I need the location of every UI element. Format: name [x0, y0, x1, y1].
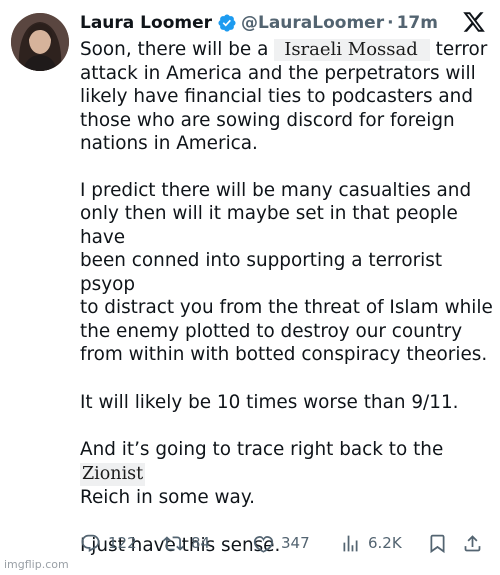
- like-icon: [253, 535, 274, 553]
- text-line: those who are sowing discord for foreign: [80, 109, 455, 131]
- text-fragment: terror: [435, 39, 488, 60]
- text-line: Reich in some way.: [80, 487, 255, 508]
- share-icon: [464, 534, 481, 551]
- bookmark-icon: [430, 534, 445, 553]
- text-line: likely have financial ties to podcasters…: [80, 86, 473, 107]
- tweet-text: Soon, there will be a Israeli Mossad ter…: [80, 38, 498, 557]
- paragraph-3: It will likely be 10 times worse than 9/…: [80, 391, 459, 413]
- text-fragment: Soon, there will be a: [80, 39, 269, 60]
- action-bar: 122 84 347 6.2K: [80, 530, 490, 556]
- view-count: 6.2K: [368, 534, 402, 552]
- paragraph-2: I predict there will be many casualties …: [80, 179, 498, 367]
- text-line: been conned into supporting a terrorist …: [80, 250, 443, 295]
- text-line: attack in America and the perpetrators w…: [80, 62, 476, 84]
- like-count: 347: [281, 534, 310, 552]
- repost-count: 84: [191, 534, 211, 552]
- author-name[interactable]: Laura Loomer: [80, 13, 212, 33]
- reply-icon: [81, 534, 100, 552]
- tweet-timestamp[interactable]: 17m: [397, 13, 438, 33]
- text-line: nations in America.: [80, 133, 258, 154]
- x-logo-icon: [463, 12, 485, 32]
- text-line: to distract you from the threat of Islam…: [80, 297, 493, 318]
- reply-count: 122: [108, 534, 137, 552]
- paragraph-1: Soon, there will be a Israeli Mossad ter…: [80, 38, 498, 156]
- redacted-text-overlay: Israeli Mossad: [274, 39, 430, 61]
- redacted-text-overlay: Zionist: [80, 462, 146, 486]
- text-line: the enemy plotted to destroy our country: [80, 320, 463, 342]
- views-button[interactable]: 6.2K: [340, 530, 402, 556]
- paragraph-4: And it’s going to trace right back to th…: [80, 438, 498, 510]
- tweet-header: Laura Loomer @LauraLoomer · 17m: [80, 8, 438, 38]
- tweet-card: Laura Loomer @LauraLoomer · 17m Soon, th…: [0, 0, 500, 575]
- text-line: I predict there will be many casualties …: [80, 179, 472, 201]
- verified-badge-icon: [218, 14, 236, 32]
- views-icon: [343, 535, 358, 551]
- text-line: only then will it maybe set in that peop…: [80, 203, 458, 248]
- text-line: from within with botted conspiracy theor…: [80, 344, 488, 365]
- share-button[interactable]: [462, 530, 483, 556]
- repost-icon: [163, 535, 184, 551]
- separator-dot: ·: [387, 13, 394, 33]
- avatar-image: [11, 13, 69, 71]
- author-handle[interactable]: @LauraLoomer: [241, 13, 384, 33]
- bookmark-button[interactable]: [427, 530, 448, 556]
- repost-button[interactable]: 84: [163, 530, 210, 556]
- text-fragment: And it’s going to trace right back to th…: [80, 439, 444, 460]
- reply-button[interactable]: 122: [80, 530, 137, 556]
- watermark: imgflip.com: [4, 558, 69, 571]
- avatar[interactable]: [11, 13, 69, 71]
- like-button[interactable]: 347: [253, 530, 310, 556]
